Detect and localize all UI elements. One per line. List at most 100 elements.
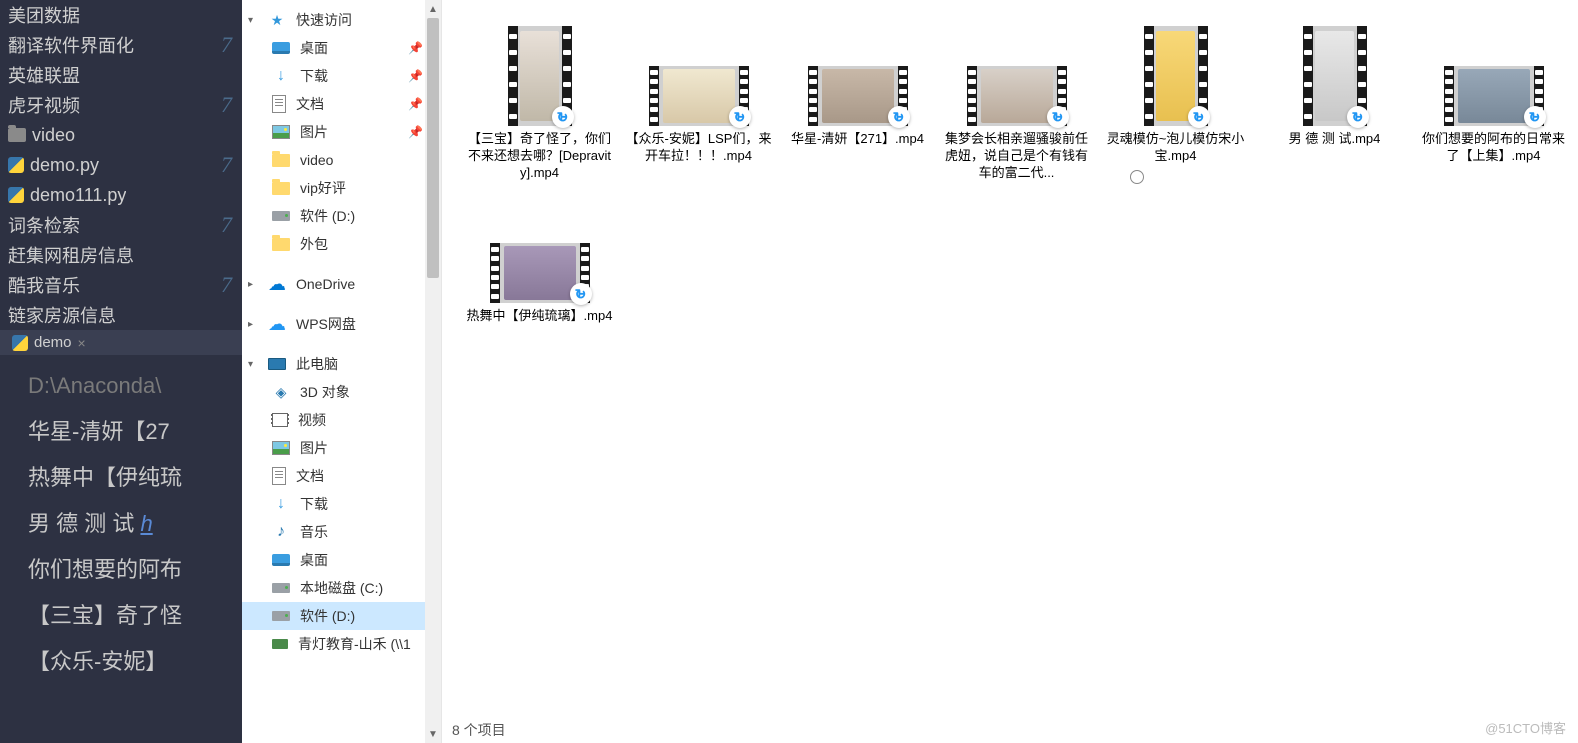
python-icon [12, 335, 28, 351]
ide-tree-item[interactable]: 链家房源信息 [0, 300, 242, 330]
python-icon [8, 157, 24, 173]
nav-scrollbar[interactable]: ▲ ▼ [425, 0, 441, 743]
ide-tree-count: 7 [221, 32, 232, 58]
nav-item-label: 图片 [300, 122, 328, 142]
star-icon [268, 11, 286, 29]
ide-tree-item[interactable]: 赶集网租房信息 [0, 240, 242, 270]
ide-tree-item[interactable]: 虎牙视频7 [0, 90, 242, 120]
nav-item[interactable]: 下载📌 [242, 62, 429, 90]
sync-badge-icon [1524, 106, 1546, 128]
sync-badge-icon [888, 106, 910, 128]
sync-badge-icon [552, 106, 574, 128]
pic-icon [272, 441, 290, 455]
ide-sidebar: 美团数据翻译软件界面化7英雄联盟虎牙视频7videodemo.py7demo11… [0, 0, 242, 743]
console-line: 【众乐-安妮】 [28, 639, 242, 685]
ide-tree-item[interactable]: 酷我音乐7 [0, 270, 242, 300]
cloud-icon [268, 275, 286, 293]
file-item[interactable]: 华星-清妍【271】.mp4 [780, 10, 935, 187]
chevron-right-icon: ▸ [248, 319, 258, 330]
nav-quick-access[interactable]: ▾ 快速访问 [242, 6, 429, 34]
scroll-down-icon[interactable]: ▼ [425, 725, 441, 743]
ide-tree-item[interactable]: demo111.py [0, 180, 242, 210]
nav-item-label: video [300, 152, 333, 168]
ide-tree-label: 链家房源信息 [8, 302, 116, 328]
net-icon [272, 639, 288, 649]
console-line: D:\Anaconda\ [28, 363, 242, 409]
nav-item-label: 桌面 [300, 550, 328, 570]
nav-item[interactable]: 文档📌 [242, 90, 429, 118]
editor-tab[interactable]: demo × [0, 330, 242, 355]
ide-tree-item[interactable]: 翻译软件界面化 7 [0, 30, 242, 60]
explorer-nav-pane: ▾ 快速访问 桌面📌下载📌文档📌图片📌videovip好评软件 (D:)外包 ▸… [242, 0, 442, 743]
nav-label: 此电脑 [296, 354, 338, 374]
ide-tree-item[interactable]: 美团数据 [0, 0, 242, 30]
file-item[interactable]: 【三宝】奇了怪了，你们不来还想去哪？[Depravity].mp4 [462, 10, 617, 187]
ide-tree-label: 赶集网租房信息 [8, 242, 134, 268]
ide-tree-label: 虎牙视频 [8, 92, 80, 118]
nav-item[interactable]: 视频 [242, 406, 429, 434]
ide-tree-count: 7 [221, 212, 232, 238]
ide-tree-label: 英雄联盟 [8, 62, 80, 88]
nav-item[interactable]: vip好评 [242, 174, 429, 202]
python-icon [8, 187, 24, 203]
download-icon [272, 67, 290, 85]
nav-item-label: 图片 [300, 438, 328, 458]
ide-tree-label: 酷我音乐 [8, 272, 80, 298]
file-name: 你们想要的阿布的日常来了【上集】.mp4 [1420, 130, 1567, 164]
nav-item[interactable]: 音乐 [242, 518, 429, 546]
ide-tree-label: 美团数据 [8, 2, 80, 28]
nav-wps[interactable]: ▸ WPS网盘 [242, 310, 429, 338]
pc-icon [268, 358, 286, 370]
file-name: 集梦会长相亲遛骚骏前任虎妞，说自己是个有钱有车的富二代... [943, 130, 1090, 181]
ide-tree-item[interactable]: demo.py7 [0, 150, 242, 180]
file-item[interactable]: 【众乐-安妮】LSP们，来开车拉！！！.mp4 [621, 10, 776, 187]
ide-tree-count: 7 [221, 152, 232, 178]
folder-icon [272, 154, 290, 167]
folder-icon [8, 128, 26, 142]
nav-item[interactable]: 下载 [242, 490, 429, 518]
ide-tree-label: 翻译软件界面化 [8, 32, 134, 58]
file-item[interactable]: 集梦会长相亲遛骚骏前任虎妞，说自己是个有钱有车的富二代... [939, 10, 1094, 187]
nav-item-label: 视频 [298, 410, 326, 430]
status-bar: 8 个项目 [442, 715, 1578, 743]
nav-item[interactable]: 软件 (D:) [242, 202, 429, 230]
file-item[interactable]: 灵魂模仿~泡儿模仿宋小宝.mp4 [1098, 10, 1253, 187]
file-item[interactable]: 你们想要的阿布的日常来了【上集】.mp4 [1416, 10, 1571, 187]
nav-this-pc[interactable]: ▾ 此电脑 [242, 350, 429, 378]
file-item[interactable]: 热舞中【伊纯琉璃】.mp4 [462, 187, 617, 330]
pin-icon: 📌 [408, 97, 423, 111]
file-grid[interactable]: 【三宝】奇了怪了，你们不来还想去哪？[Depravity].mp4【众乐-安妮】… [442, 0, 1578, 715]
ide-tree-item[interactable]: 词条检索 7 [0, 210, 242, 240]
chevron-down-icon: ▾ [248, 15, 258, 26]
ide-tree-item[interactable]: video [0, 120, 242, 150]
nav-item[interactable]: 本地磁盘 (C:) [242, 574, 429, 602]
ide-tree-label: 词条检索 [8, 212, 80, 238]
nav-item[interactable]: 文档 [242, 462, 429, 490]
file-name: 灵魂模仿~泡儿模仿宋小宝.mp4 [1102, 130, 1249, 164]
nav-item[interactable]: 外包 [242, 230, 429, 258]
ide-tree-label: video [32, 125, 75, 146]
nav-item[interactable]: 桌面📌 [242, 34, 429, 62]
close-icon[interactable]: × [78, 335, 86, 351]
pic-icon [272, 125, 290, 139]
nav-item[interactable]: 图片 📌 [242, 118, 429, 146]
nav-item[interactable]: 3D 对象 [242, 378, 429, 406]
nav-item[interactable]: 图片 [242, 434, 429, 462]
nav-item[interactable]: 青灯教育-山禾 (\\1 [242, 630, 429, 658]
console-line: 华星-清妍【27 [28, 409, 242, 455]
nav-item-label: 3D 对象 [300, 382, 350, 402]
nav-item-label: 下载 [300, 66, 328, 86]
scroll-up-icon[interactable]: ▲ [425, 0, 441, 18]
pin-icon: 📌 [408, 125, 423, 139]
file-item[interactable]: 男 德 测 试.mp4 [1257, 10, 1412, 187]
file-name: 男 德 测 试.mp4 [1289, 130, 1381, 147]
scrollbar-thumb[interactable] [427, 18, 439, 278]
nav-item[interactable]: video [242, 146, 429, 174]
nav-onedrive[interactable]: ▸ OneDrive [242, 270, 429, 298]
nav-item-label: 音乐 [300, 522, 328, 542]
video-icon [272, 413, 288, 427]
ide-tree-item[interactable]: 英雄联盟 [0, 60, 242, 90]
console-line: 男 德 测 试 h [28, 501, 242, 547]
nav-item[interactable]: 软件 (D:) [242, 602, 429, 630]
nav-item[interactable]: 桌面 [242, 546, 429, 574]
